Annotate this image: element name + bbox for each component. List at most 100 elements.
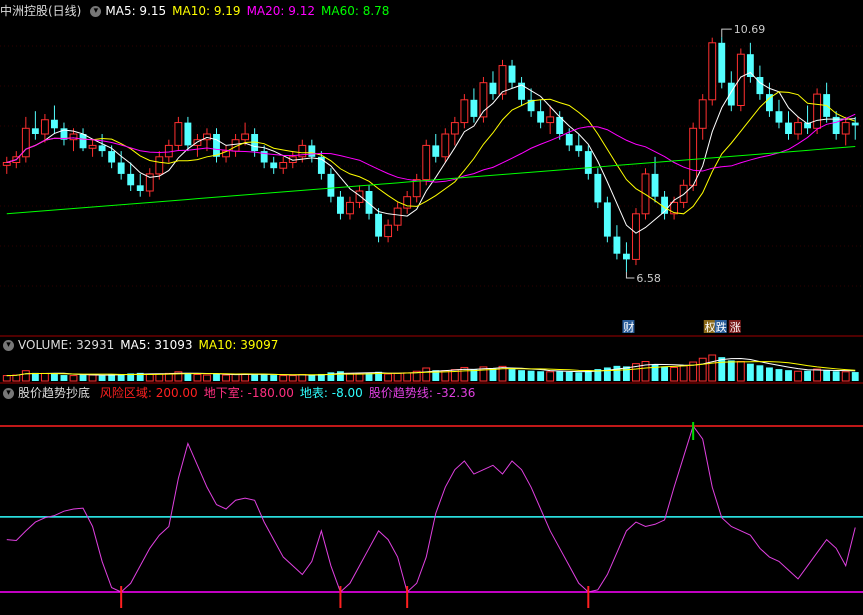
volume-bar — [51, 373, 58, 381]
candle-body — [441, 133, 450, 158]
price-indicator-2: MA20: 9.12 — [246, 4, 315, 18]
volume-bar — [60, 375, 68, 381]
candle-body — [327, 173, 335, 197]
badge-label: 跌 — [716, 320, 727, 334]
candle-body — [813, 93, 822, 129]
volume-bar — [851, 372, 859, 381]
volume-bar — [698, 357, 707, 382]
price-indicators: MA5: 9.15 MA10: 9.19 MA20: 9.12 MA60: 8.78 — [105, 4, 395, 18]
candle-body — [527, 99, 535, 112]
volume-bar — [2, 375, 11, 382]
volume-bar — [384, 373, 393, 382]
candle-body — [2, 162, 11, 166]
candle-body — [40, 119, 49, 135]
candle-body — [841, 122, 850, 135]
volume-bar — [813, 368, 822, 382]
candle-body — [279, 162, 288, 169]
volume-bar — [727, 360, 735, 381]
volume-bar — [203, 374, 211, 382]
ma10-line — [6, 91, 856, 215]
candle-body — [174, 122, 183, 146]
candle-body — [670, 201, 679, 215]
candle-body — [698, 99, 707, 129]
volume-bar — [527, 370, 535, 381]
trend-indicators: 风险区域: 200.00 地下室: -180.00 地表: -8.00 股价趋势线: … — [100, 386, 482, 400]
volume-bar — [355, 373, 364, 382]
candle-body — [346, 201, 354, 215]
trend-indicator-3: 股价趋势线: -32.36 — [368, 386, 476, 400]
candle-body — [69, 133, 78, 141]
volume-bar — [785, 370, 792, 381]
candle-body — [412, 179, 421, 198]
high-marker — [721, 28, 732, 38]
trend-line — [6, 424, 856, 593]
candle-body — [689, 127, 698, 186]
candle-body — [785, 122, 792, 134]
badge-label: 权 — [705, 321, 716, 334]
trend-indicator-2: 地表: -8.00 — [299, 386, 363, 400]
volume-bar — [804, 370, 811, 381]
volume-bar — [213, 373, 220, 381]
volume-bar — [775, 369, 783, 381]
volume-bar — [69, 375, 78, 382]
volume-bar — [841, 371, 850, 382]
chart-canvas: 10.69 6.58 财 权跌涨 — [0, 23, 863, 608]
badge-label: 涨 — [730, 321, 741, 334]
volume-bar — [708, 354, 717, 382]
candle-body — [603, 202, 611, 237]
volume-bar — [584, 370, 592, 381]
volume-bar — [40, 372, 49, 382]
volume-indicator-2: MA10: 39097 — [198, 338, 279, 352]
candle-body — [584, 151, 592, 174]
volume-bar — [556, 371, 564, 381]
volume-bar — [736, 361, 745, 382]
candle-body — [337, 196, 344, 214]
candle-body — [127, 173, 135, 186]
price-panel-header: 中洲控股(日线) ▾ MA5: 9.15 MA10: 9.19 MA20: 9.12 MA… — [0, 3, 401, 19]
volume-bar — [260, 373, 268, 381]
volume-bar — [222, 374, 230, 382]
candle-body — [718, 42, 726, 83]
candle-body — [384, 224, 393, 238]
volume-indicator-0: VOLUME: 32931 — [18, 338, 115, 352]
candle-body — [851, 122, 859, 126]
volume-bar — [251, 374, 259, 381]
candle-body — [51, 119, 58, 129]
stock-title: 中洲控股(日线) — [0, 4, 82, 18]
volume-panel-header: ▾ VOLUME: 32931 MA5: 31093 MA10: 39097 — [0, 337, 290, 353]
volume-bar — [288, 375, 297, 382]
trend-indicator-1: 地下室: -180.00 — [203, 386, 294, 400]
candle-body — [632, 213, 640, 260]
price-indicator-3: MA60: 8.78 — [321, 4, 390, 18]
dropdown-icon[interactable]: ▾ — [3, 340, 14, 351]
badge-label: 财 — [623, 320, 634, 334]
candle-body — [117, 162, 125, 174]
ma5-line — [6, 71, 856, 234]
volume-bar — [718, 357, 726, 381]
candle-body — [623, 253, 630, 260]
high-label: 10.69 — [734, 23, 766, 36]
dropdown-icon[interactable]: ▾ — [90, 6, 102, 17]
candle-body — [708, 42, 717, 101]
candle-body — [537, 111, 545, 123]
candle-body — [164, 144, 173, 158]
candle-body — [184, 122, 192, 146]
price-indicator-0: MA5: 9.15 — [105, 4, 167, 18]
candle-body — [393, 207, 402, 226]
candle-body — [365, 191, 373, 214]
candle-body — [355, 190, 364, 203]
dropdown-icon[interactable]: ▾ — [3, 388, 14, 399]
volume-bar — [746, 363, 754, 381]
volume-bar — [518, 370, 525, 381]
volume-bar — [546, 371, 555, 382]
candle-body — [308, 145, 316, 157]
candle-body — [88, 144, 97, 149]
candle-body — [241, 133, 250, 141]
volume-bar — [661, 366, 668, 381]
candle-body — [270, 162, 278, 169]
candle-body — [575, 145, 583, 152]
candle-body — [79, 134, 87, 149]
volume-bar — [155, 373, 164, 382]
candle-body — [508, 65, 516, 83]
volume-bar — [537, 371, 545, 381]
